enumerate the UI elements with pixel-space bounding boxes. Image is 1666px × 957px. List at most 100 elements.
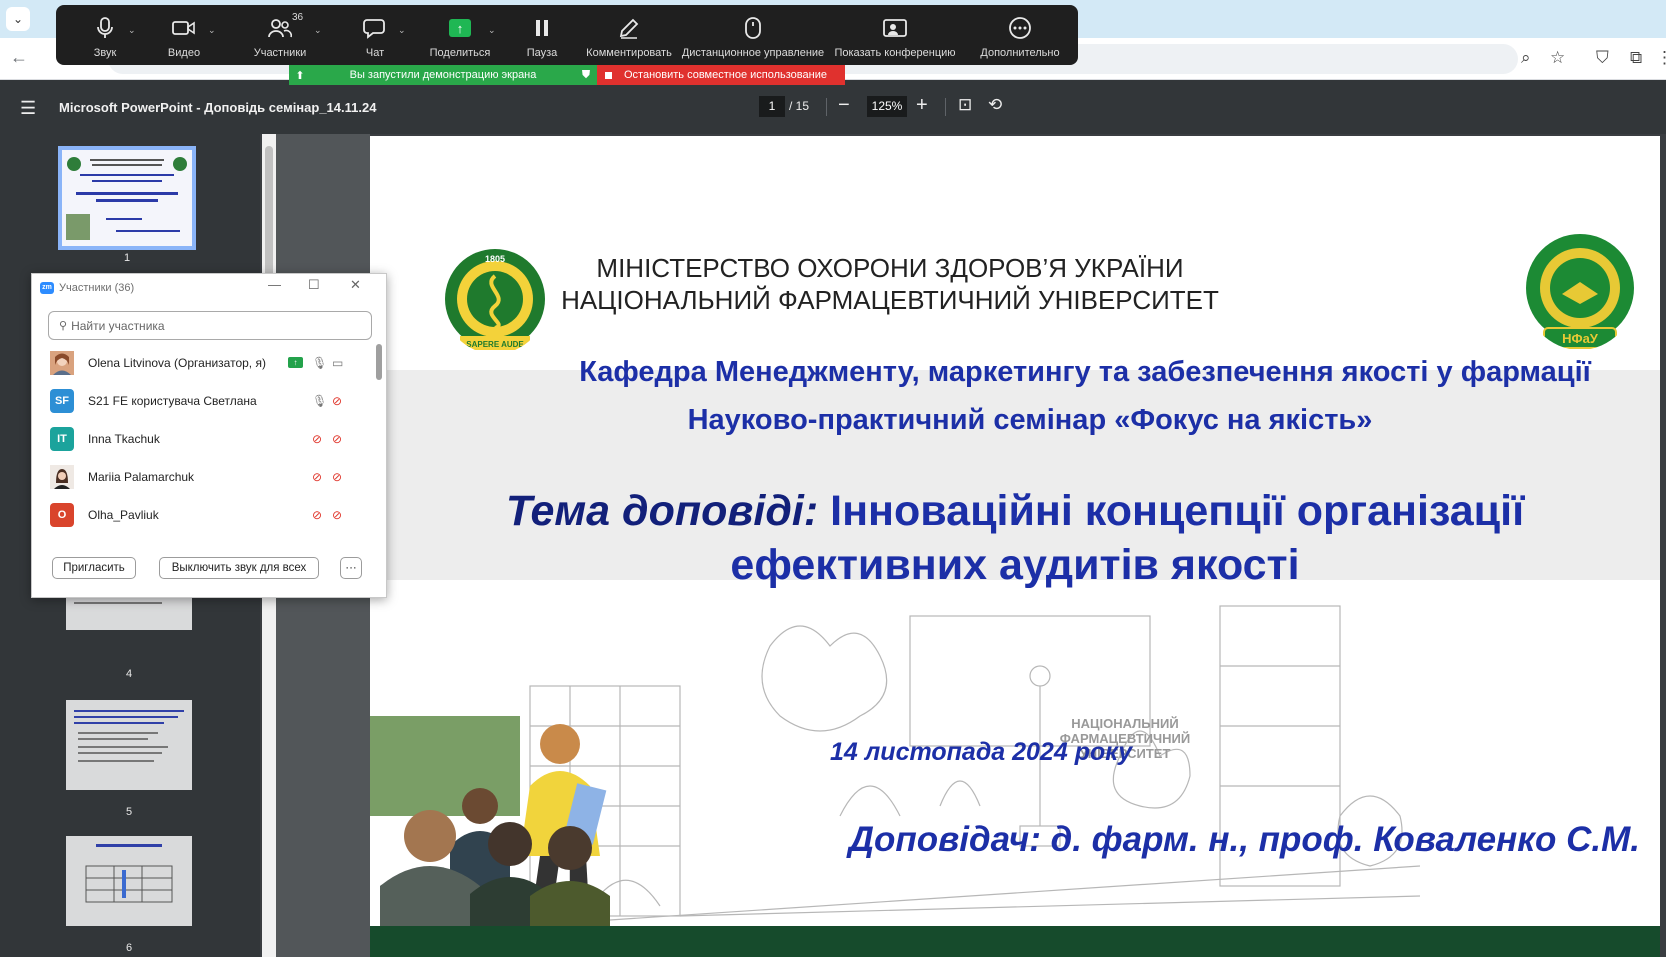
participant-name: Inna Tkachuk (88, 431, 160, 446)
topic-label: Тема доповіді: (505, 487, 819, 535)
stop-square-icon (605, 71, 612, 79)
show-meeting-icon (881, 15, 909, 41)
browser-menu-icon[interactable]: ⋮ (1656, 48, 1666, 68)
hamburger-menu-icon[interactable]: ☰ (20, 98, 36, 119)
scrollbar-thumb[interactable] (376, 344, 382, 380)
thumbnail-page-5[interactable] (66, 700, 192, 790)
bookmark-star-icon[interactable]: ☆ (1550, 48, 1565, 68)
participant-name: Olena Litvinova (Организатор, я) (88, 355, 266, 370)
participant-row[interactable] (32, 534, 372, 540)
close-icon[interactable]: ✕ (350, 277, 361, 293)
remote-control-button[interactable]: Дистанционное управление (680, 5, 826, 65)
chat-options-chevron-icon[interactable]: ⌄ (398, 25, 406, 36)
crest-year-text: 1805 (485, 254, 505, 264)
zoom-in-icon[interactable]: + (916, 94, 928, 117)
pause-label: Пауза (526, 47, 558, 59)
toolbar-divider (945, 98, 946, 116)
show-meeting-button[interactable]: Показать конференцию (826, 5, 964, 65)
avatar: IT (50, 426, 74, 451)
video-options-chevron-icon[interactable]: ⌄ (208, 25, 216, 36)
microphone-icon (91, 15, 119, 41)
participant-list-scrollbar[interactable] (376, 344, 382, 540)
microphone-muted-icon[interactable]: ⊘ (312, 432, 322, 446)
document-title: Microsoft PowerPoint - Доповідь семінар_… (59, 100, 377, 115)
camera-off-icon[interactable]: ⊘ (332, 394, 342, 408)
audio-options-chevron-icon[interactable]: ⌄ (128, 25, 136, 36)
back-arrow-icon[interactable]: ← (10, 47, 28, 68)
participant-row[interactable]: Olena Litvinova (Организатор, я) ↑ 🎙︎ ▭ (32, 344, 372, 381)
rotate-icon[interactable]: ⟲ (988, 95, 1002, 115)
seminar-heading: Науково-практичний семінар «Фокус на які… (687, 404, 1373, 436)
seminar-date: 14 листопада 2024 року (830, 738, 1133, 766)
department-heading: Кафедра Менеджменту, маркетингу та забез… (579, 356, 1591, 388)
chat-label: Чат (365, 47, 385, 59)
annotate-label: Комментировать (586, 47, 672, 59)
participant-row[interactable]: Mariia Palamarchuk ⊘ ⊘ (32, 458, 372, 495)
search-placeholder: Найти участника (71, 318, 165, 333)
participant-name: Olha_Pavliuk (88, 507, 159, 522)
participants-title-bar[interactable]: zm Участники (36) — ☐ ✕ (32, 274, 388, 302)
tab-search-chevron-icon[interactable]: ⌄ (6, 7, 30, 31)
camera-off-icon[interactable]: ⊘ (332, 432, 342, 446)
thumbnail-6-preview-icon (85, 844, 173, 903)
scrollbar-thumb[interactable] (265, 146, 273, 286)
video-button[interactable]: ⌄ Видео (144, 5, 224, 65)
invite-button[interactable]: Пригласить (52, 557, 136, 579)
microphone-muted-icon[interactable]: ⊘ (312, 508, 322, 522)
participant-row[interactable]: IT Inna Tkachuk ⊘ ⊘ (32, 420, 372, 457)
thumbnail-number: 4 (125, 668, 133, 680)
camera-on-icon[interactable]: ▭ (332, 356, 343, 370)
camera-off-icon[interactable]: ⊘ (332, 508, 342, 522)
audio-button[interactable]: ⌄ Звук (66, 5, 144, 65)
chat-button[interactable]: ⌄ Чат (336, 5, 414, 65)
microphone-on-icon[interactable]: 🎙︎ (312, 394, 327, 408)
zoom-meeting-toolbar: ⌄ Звук ⌄ Видео 36 ⌄ Участники ⌄ Чат ↑ ⌄ … (56, 5, 1078, 65)
shield-extension-icon[interactable]: ⛉ (1596, 48, 1609, 68)
topic-text: Інноваційні концепції організації ефекти… (730, 487, 1525, 589)
participants-button[interactable]: 36 ⌄ Участники (224, 5, 336, 65)
fit-to-page-icon[interactable]: ⊡ (958, 95, 972, 115)
more-label: Дополнительно (980, 47, 1060, 59)
stop-share-button[interactable]: Остановить совместное использование (597, 65, 845, 85)
maximize-icon[interactable]: ☐ (308, 277, 320, 293)
share-status-text: Вы запустили демонстрацию экрана (349, 69, 537, 81)
more-button[interactable]: Дополнительно (964, 5, 1076, 65)
zoom-out-icon[interactable]: − (838, 94, 850, 117)
pdf-viewer-toolbar: ☰ Microsoft PowerPoint - Доповідь семіна… (0, 80, 1666, 134)
participants-options-chevron-icon[interactable]: ⌄ (314, 25, 322, 36)
speaker-line: Доповідач: д. фарм. н., проф. Коваленко … (848, 820, 1640, 859)
microphone-on-icon[interactable]: 🎙︎ (312, 356, 327, 370)
share-button[interactable]: ↑ ⌄ Поделиться (414, 5, 506, 65)
chat-icon (361, 15, 389, 41)
crest-motto-text: SAPERE AUDE (466, 340, 524, 349)
toolbar-divider (826, 98, 827, 116)
thumbnail-page-1[interactable] (58, 146, 196, 250)
annotate-button[interactable]: Комментировать (578, 5, 680, 65)
participant-row[interactable]: O Olha_Pavliuk ⊘ ⊘ (32, 496, 372, 533)
extensions-puzzle-icon[interactable]: ⧉ (1630, 48, 1642, 68)
minimize-icon[interactable]: — (268, 277, 281, 292)
participant-search-input[interactable]: ⚲ Найти участника (48, 311, 372, 340)
share-screen-icon: ↑ (446, 15, 474, 41)
pause-share-button[interactable]: Пауза (506, 5, 578, 65)
thumbnail-page-6[interactable] (66, 836, 192, 926)
zoom-level-input[interactable]: 125% (867, 96, 907, 117)
participant-list: Olena Litvinova (Организатор, я) ↑ 🎙︎ ▭ … (32, 344, 372, 540)
crest-abbrev-text: НФаУ (1562, 331, 1599, 346)
participants-count-badge: 36 (292, 12, 304, 23)
share-arrow-icon: ⬆ (295, 69, 305, 82)
participants-icon (266, 15, 294, 41)
camera-off-icon[interactable]: ⊘ (332, 470, 342, 484)
remote-control-label: Дистанционное управление (681, 47, 825, 59)
pause-icon (528, 15, 556, 41)
screen-share-status-bar: ⬆ Вы запустили демонстрацию экрана ⛊ (289, 65, 597, 85)
share-options-chevron-icon[interactable]: ⌄ (488, 25, 496, 36)
sketch-sign-line-1: НАЦІОНАЛЬНИЙ (1071, 716, 1178, 731)
page-number-input[interactable]: 1 (759, 96, 785, 117)
participant-row[interactable]: SF S21 FE користувача Светлана 🎙︎ ⊘ (32, 382, 372, 419)
participants-more-button[interactable]: ··· (340, 557, 362, 579)
thumbnail-number: 5 (125, 806, 133, 818)
zoom-magnifier-icon[interactable]: ⌕ (1521, 48, 1531, 68)
mute-all-button[interactable]: Выключить звук для всех (159, 557, 319, 579)
microphone-muted-icon[interactable]: ⊘ (312, 470, 322, 484)
